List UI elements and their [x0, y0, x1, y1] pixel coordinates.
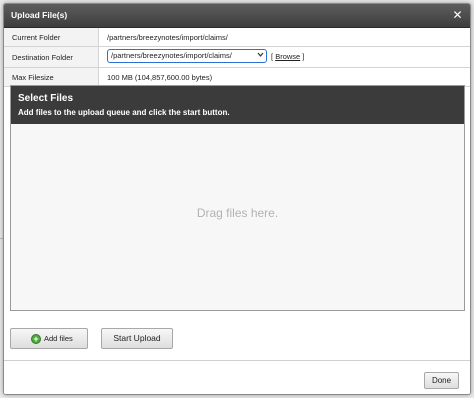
done-label: Done: [431, 376, 452, 385]
current-folder-row: Current Folder /partners/breezynotes/imp…: [4, 28, 470, 47]
chevron-down-icon: [257, 51, 264, 60]
destination-folder-select[interactable]: /partners/breezynotes/import/claims/: [107, 49, 267, 63]
max-filesize-value: 100 MB (104,857,600.00 bytes): [107, 73, 213, 82]
uploader-subtitle: Add files to the upload queue and click …: [18, 108, 230, 117]
current-folder-value: /partners/breezynotes/import/claims/: [107, 33, 228, 42]
uploader-title: Select Files: [18, 93, 74, 104]
destination-folder-selected: /partners/breezynotes/import/claims/: [111, 51, 232, 60]
start-upload-button[interactable]: Start Upload: [101, 328, 173, 349]
destination-folder-label: Destination Folder: [4, 47, 99, 67]
browse-link-wrapper: [ Browse ]: [271, 52, 304, 61]
done-button[interactable]: Done: [424, 372, 459, 389]
dropzone-text: Drag files here.: [196, 206, 279, 220]
folder-info-table: Current Folder /partners/breezynotes/imp…: [4, 28, 470, 87]
start-upload-label: Start Upload: [113, 333, 161, 343]
dialog-title: Upload File(s): [11, 10, 68, 20]
upload-dialog: Upload File(s) ✕ Current Folder /partner…: [3, 3, 471, 395]
max-filesize-label: Max Filesize: [4, 68, 99, 86]
add-files-button[interactable]: + Add files: [10, 328, 88, 349]
browse-bracket-open: [: [271, 52, 274, 61]
dialog-titlebar[interactable]: Upload File(s) ✕: [4, 4, 470, 28]
current-folder-label: Current Folder: [4, 28, 99, 46]
dialog-footer: Done: [4, 360, 470, 394]
file-uploader: Select Files Add files to the upload que…: [10, 85, 465, 311]
plus-circle-icon: +: [31, 334, 41, 344]
file-dropzone[interactable]: Drag files here.: [11, 124, 464, 310]
add-files-label: Add files: [44, 334, 73, 343]
browse-link[interactable]: Browse: [275, 52, 300, 61]
close-icon[interactable]: ✕: [452, 9, 463, 21]
uploader-header: Select Files Add files to the upload que…: [11, 86, 464, 124]
browse-bracket-close: ]: [302, 52, 305, 61]
destination-folder-row: Destination Folder /partners/breezynotes…: [4, 47, 470, 68]
